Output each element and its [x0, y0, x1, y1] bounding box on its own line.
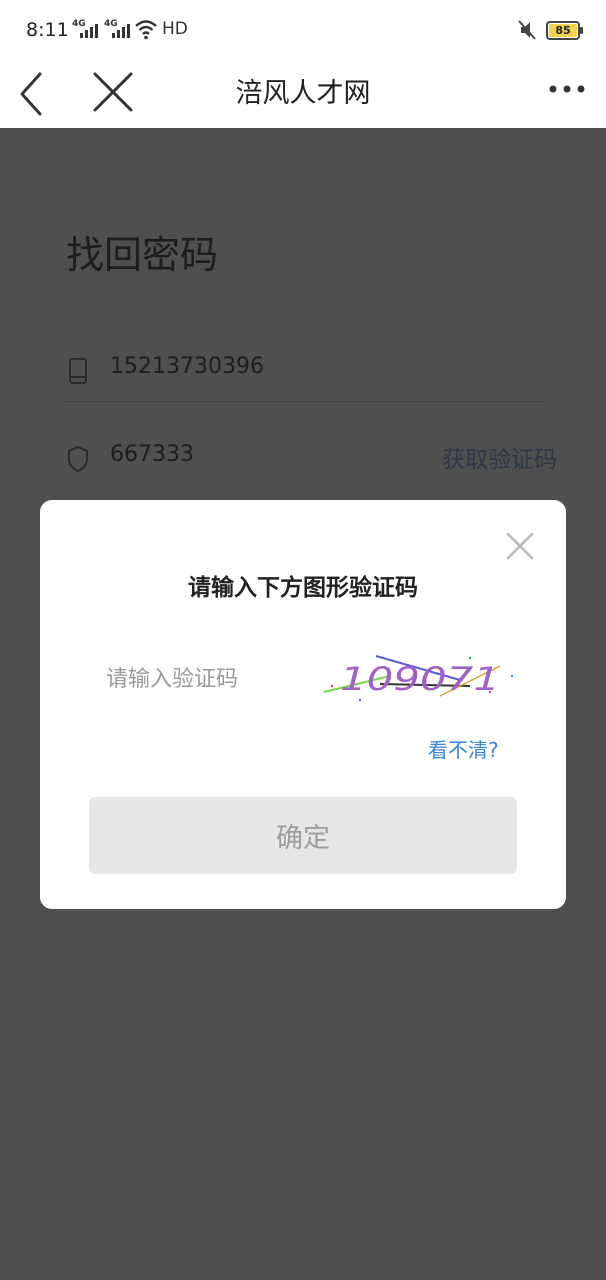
phone-value: 15213730396 [110, 354, 264, 379]
status-time: 8:11 [26, 19, 69, 41]
dialog-close-icon[interactable] [504, 530, 536, 562]
phone-field[interactable]: 15213730396 [66, 342, 542, 402]
confirm-button[interactable]: 确定 [89, 797, 517, 874]
battery-icon: 85 [546, 21, 583, 40]
hd-indicator: HD [162, 19, 188, 39]
shield-icon [68, 445, 88, 473]
signal-icon [80, 24, 98, 38]
status-bar: 8:11 4G 4G HD 85 [0, 0, 606, 58]
more-icon[interactable] [540, 72, 590, 106]
nav-bar: 涪风人才网 [0, 58, 606, 128]
dialog-title: 请输入下方图形验证码 [188, 575, 418, 601]
captcha-image[interactable]: 109071 [320, 646, 520, 710]
signal-icon [112, 24, 130, 38]
page-title: 涪风人才网 [235, 78, 371, 109]
refresh-captcha-link[interactable]: 看不清? [428, 734, 499, 763]
get-code-button[interactable]: 获取验证码 [442, 440, 557, 474]
phone-icon [69, 358, 87, 384]
captcha-dialog: 请输入下方图形验证码 109071 看不清? 确定 [40, 500, 566, 909]
sms-code-value: 667333 [110, 442, 194, 467]
mute-icon [518, 20, 536, 40]
wifi-icon [135, 20, 157, 40]
captcha-text: 109071 [340, 660, 500, 698]
form-title: 找回密码 [66, 233, 219, 277]
battery-level: 85 [555, 24, 571, 37]
captcha-input[interactable] [106, 662, 306, 696]
